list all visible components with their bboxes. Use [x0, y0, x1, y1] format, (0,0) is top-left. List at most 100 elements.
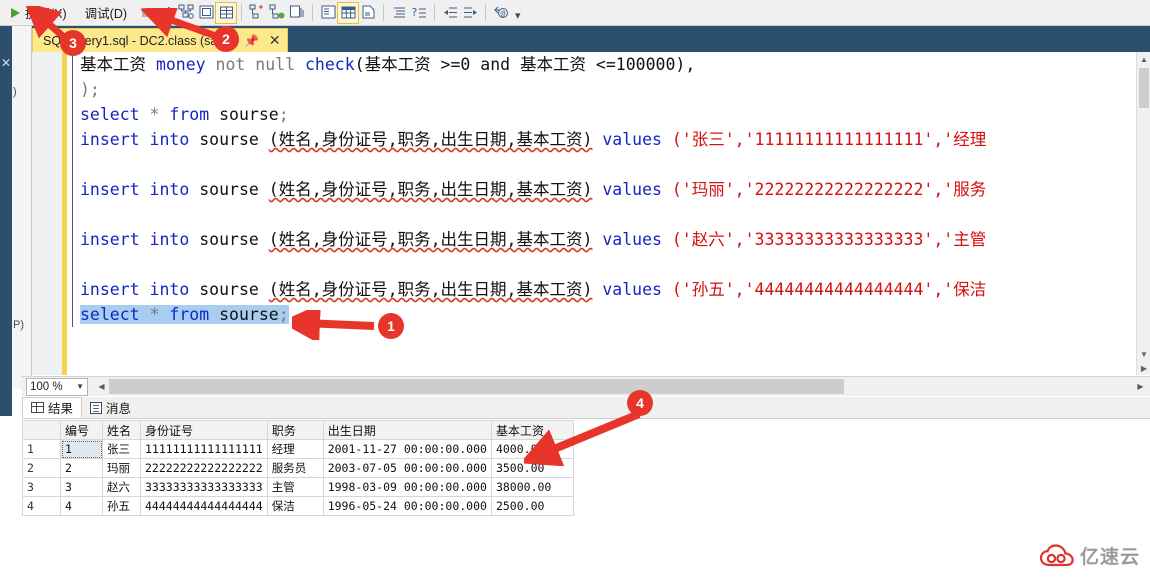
- table-row[interactable]: 3 3 赵六 33333333333333333 主管 1998-03-09 0…: [22, 477, 574, 497]
- cloud-logo-icon: [1039, 543, 1074, 566]
- cell-idcard[interactable]: 11111111111111111: [140, 439, 268, 459]
- tab-messages-label: 消息: [106, 402, 132, 416]
- column-header-id[interactable]: 编号: [60, 420, 103, 440]
- code-line-3: select * from sourse;: [72, 102, 1150, 127]
- cell-salary[interactable]: 38000.00: [491, 477, 574, 497]
- token-values-row-1: ('张三','11111111111111111','经理: [671, 130, 987, 149]
- cell-birthdate[interactable]: 2001-11-27 00:00:00.000: [323, 439, 492, 459]
- token-column-list: (姓名,身份证号,职务,出生日期,基本工资): [268, 180, 593, 199]
- connection-icon[interactable]: @: [491, 3, 511, 23]
- table-row[interactable]: 4 4 孙五 44444444444444444 保洁 1996-05-24 0…: [22, 496, 574, 516]
- close-icon[interactable]: ✕: [269, 32, 281, 49]
- cell-birthdate[interactable]: 1996-05-24 00:00:00.000: [323, 496, 492, 516]
- row-number[interactable]: 1: [22, 439, 61, 459]
- increase-indent-icon[interactable]: [460, 3, 480, 23]
- results-to-text-icon[interactable]: [318, 3, 338, 23]
- results-to-file-icon[interactable]: [358, 3, 378, 23]
- code-line-5: [72, 152, 1150, 177]
- ssms-window: 执行(X) 调试(D) ✓ ? @ ▾ ✕) P) SQLQuery1.sql…: [0, 0, 1150, 577]
- cell-id[interactable]: 4: [60, 496, 103, 516]
- cell-name[interactable]: 孙五: [102, 496, 141, 516]
- column-header-title[interactable]: 职务: [267, 420, 324, 440]
- token-into: into: [149, 230, 190, 249]
- cell-id[interactable]: 2: [60, 458, 103, 478]
- token-table: sourse: [219, 105, 279, 124]
- code-line-6: insert into sourse (姓名,身份证号,职务,出生日期,基本工资…: [72, 177, 1150, 202]
- cell-name[interactable]: 张三: [102, 439, 141, 459]
- left-hidden-panel[interactable]: ) P): [12, 26, 32, 389]
- scroll-split-icon[interactable]: ▶: [1137, 361, 1150, 375]
- token-money: money: [155, 55, 206, 74]
- cell-title[interactable]: 主管: [267, 477, 324, 497]
- token-insert: insert: [80, 130, 140, 149]
- code-line-11-selected: select * from sourse;: [72, 302, 1150, 327]
- cell-title[interactable]: 经理: [267, 439, 324, 459]
- token-table: sourse: [199, 280, 259, 299]
- chevron-down-icon[interactable]: ▼: [76, 382, 84, 391]
- row-number[interactable]: 2: [22, 458, 61, 478]
- column-header-idcard[interactable]: 身份证号: [140, 420, 268, 440]
- column-header-name[interactable]: 姓名: [102, 420, 141, 440]
- column-header-rownum[interactable]: [22, 420, 61, 440]
- token-col-salary: 基本工资: [80, 55, 146, 74]
- annotation-badge-2: 2: [213, 26, 239, 52]
- token-values: values: [602, 130, 662, 149]
- cell-idcard[interactable]: 44444444444444444: [140, 496, 268, 516]
- scroll-down-icon[interactable]: ▼: [1137, 347, 1150, 361]
- horizontal-scroll-thumb[interactable]: [109, 379, 844, 394]
- scroll-left-icon[interactable]: ◀: [94, 379, 109, 394]
- zoom-level-value: 100 %: [30, 380, 63, 393]
- table-row[interactable]: 1 1 张三 11111111111111111 经理 2001-11-27 0…: [22, 439, 574, 459]
- horizontal-scroll-track[interactable]: [109, 379, 1133, 394]
- watermark: 亿速云: [1039, 542, 1140, 569]
- comment-out-icon[interactable]: [389, 3, 409, 23]
- token-not: not: [215, 55, 246, 74]
- cell-id[interactable]: 3: [60, 477, 103, 497]
- vertical-scroll-thumb[interactable]: [1139, 68, 1149, 108]
- token-values: values: [602, 180, 662, 199]
- row-number[interactable]: 3: [22, 477, 61, 497]
- cell-idcard[interactable]: 33333333333333333: [140, 477, 268, 497]
- cell-birthdate[interactable]: 1998-03-09 00:00:00.000: [323, 477, 492, 497]
- column-header-birthdate[interactable]: 出生日期: [323, 420, 492, 440]
- include-actual-execution-plan-icon[interactable]: [247, 3, 267, 23]
- cell-birthdate[interactable]: 2003-07-05 00:00:00.000: [323, 458, 492, 478]
- decrease-indent-icon[interactable]: [440, 3, 460, 23]
- token-semicolon: ;: [278, 305, 289, 324]
- editor-vertical-scrollbar[interactable]: ▲ ▼ ▶: [1136, 52, 1150, 375]
- svg-text:@: @: [500, 9, 505, 18]
- include-live-query-statistics-icon[interactable]: [287, 3, 307, 23]
- scroll-up-icon[interactable]: ▲: [1137, 52, 1150, 66]
- cell-title[interactable]: 服务员: [267, 458, 324, 478]
- cell-salary[interactable]: 2500.00: [491, 496, 574, 516]
- tab-results[interactable]: 结果: [22, 397, 83, 418]
- cell-name[interactable]: 赵六: [102, 477, 141, 497]
- sql-editor[interactable]: 基本工资 money not null check(基本工资 >=0 and 基…: [32, 52, 1150, 375]
- cell-idcard[interactable]: 22222222222222222: [140, 458, 268, 478]
- editor-gutter: [32, 52, 62, 375]
- token-values-row-3: ('赵六','33333333333333333','主管: [671, 230, 987, 249]
- tab-messages[interactable]: 消息: [82, 397, 139, 418]
- zoom-level-dropdown[interactable]: 100 % ▼: [26, 377, 88, 396]
- include-client-statistics-icon[interactable]: [267, 3, 287, 23]
- token-table: sourse: [199, 180, 259, 199]
- token-column-list: (姓名,身份证号,职务,出生日期,基本工资): [268, 280, 593, 299]
- token-select: select: [80, 105, 140, 124]
- close-icon[interactable]: ✕: [0, 56, 12, 70]
- cell-name[interactable]: 玛丽: [102, 458, 141, 478]
- messages-icon: [90, 401, 103, 414]
- cell-id[interactable]: 1: [60, 439, 103, 459]
- toolbar-overflow-icon[interactable]: ▾: [515, 9, 521, 25]
- token-check-condition: (基本工资 >=0 and 基本工资 <=100000),: [354, 55, 696, 74]
- scroll-right-icon[interactable]: ▶: [1133, 379, 1148, 394]
- editor-code-area[interactable]: 基本工资 money not null check(基本工资 >=0 and 基…: [72, 52, 1150, 375]
- results-to-grid-icon[interactable]: [337, 1, 360, 24]
- table-row[interactable]: 2 2 玛丽 22222222222222222 服务员 2003-07-05 …: [22, 458, 574, 478]
- editor-horizontal-scrollbar[interactable]: ◀ ▶: [94, 378, 1148, 395]
- row-number[interactable]: 4: [22, 496, 61, 516]
- uncomment-icon[interactable]: ?: [409, 3, 429, 23]
- cell-title[interactable]: 保洁: [267, 496, 324, 516]
- code-line-9: [72, 252, 1150, 277]
- token-values-row-2: ('玛丽','22222222222222222','服务: [671, 180, 987, 199]
- token-star: *: [149, 305, 160, 324]
